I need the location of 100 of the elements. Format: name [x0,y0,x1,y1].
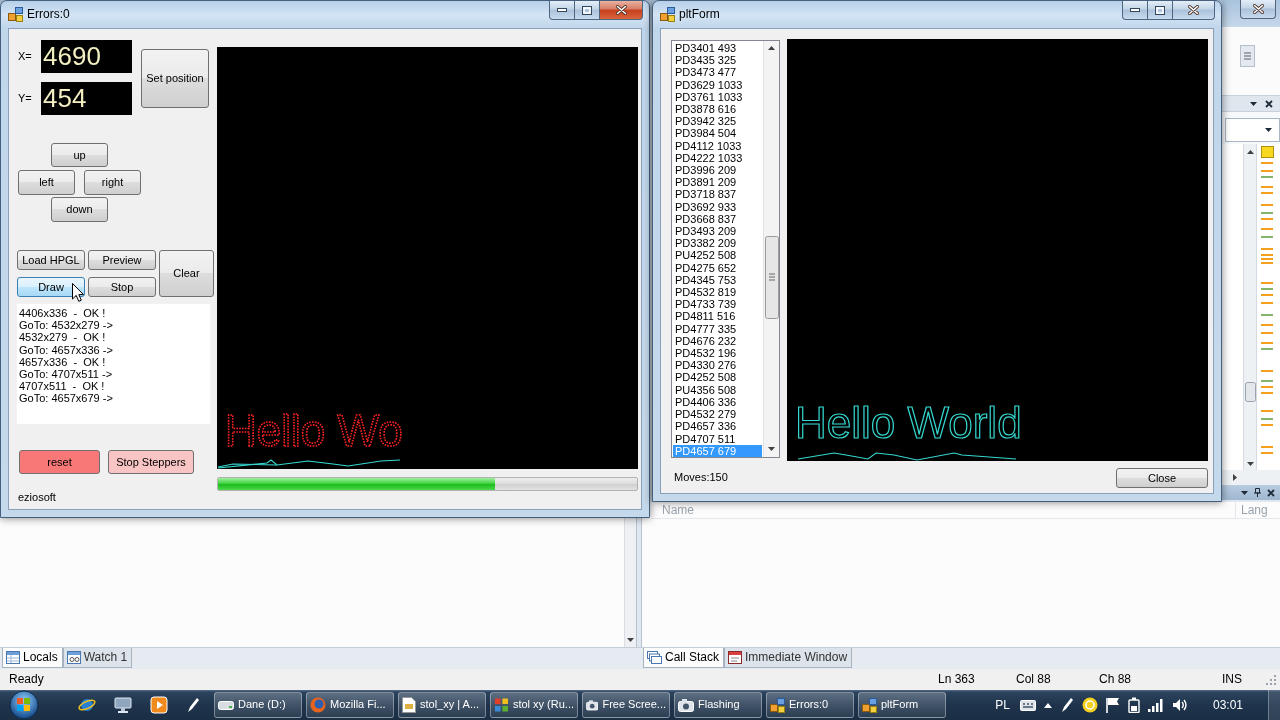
list-item[interactable]: PD4532 279 [673,408,762,421]
signal-icon [1147,698,1164,712]
vertical-scrollbar[interactable] [763,41,779,457]
taskbar-button[interactable]: Flashing [674,692,762,718]
list-item[interactable]: PD3435 325 [673,54,762,67]
minimize-button[interactable] [1122,1,1148,20]
vertical-scrollbar[interactable] [1243,144,1257,470]
close-button[interactable] [1173,1,1215,20]
list-item[interactable]: PU4252 508 [673,249,762,262]
list-item[interactable]: PD3942 325 [673,115,762,128]
coordinate-display: 454 [41,82,132,115]
list-item[interactable]: PD4275 652 [673,261,762,274]
taskbar-button[interactable]: Free Scree... [582,692,670,718]
panel-tab[interactable]: Call Stack [643,648,725,668]
taskbar-button[interactable]: stol xy (Ru... [490,692,578,718]
credit-text: eziosoft [18,491,56,505]
close-dialog-button[interactable]: Close [1116,468,1208,488]
list-item[interactable]: PD4657 336 [673,420,762,433]
plot-text: Hello World [795,398,1022,447]
log-line: 4657x336 - OK ! [19,355,107,368]
quick-launch-button[interactable] [150,696,168,714]
stepper-button[interactable]: Stop Steppers [108,450,194,474]
list-item[interactable]: PD3401 493 [673,42,762,55]
direction-button[interactable]: up [51,143,108,167]
direction-button[interactable]: right [84,169,141,195]
show-desktop-button[interactable] [1268,690,1280,720]
taskbar-button[interactable]: pltForm [858,692,946,718]
log-line: 4406x336 - OK ! [19,307,107,320]
vertical-scrollbar[interactable] [624,518,636,647]
status-text: Ch 88 [1099,672,1133,687]
quick-launch-button[interactable] [78,696,96,714]
list-item[interactable]: PD3692 933 [673,200,762,213]
list-item[interactable]: PD3493 209 [673,225,762,238]
taskbar-button[interactable]: stol_xy | A... [398,692,486,718]
planet-icon [78,696,96,714]
command-button[interactable]: Draw [17,277,85,297]
list-item[interactable]: PD4676 232 [673,334,762,348]
list-item[interactable]: PD3629 1033 [673,78,762,91]
close-button[interactable] [1240,0,1276,19]
quick-launch-button[interactable] [186,697,200,713]
minimize-button[interactable] [549,1,575,20]
list-item[interactable]: PD3473 477 [673,66,762,79]
log-line: 4532x279 - OK ! [19,331,107,344]
play-icon [150,696,168,714]
list-item[interactable]: PD3668 837 [673,212,762,226]
task-label: Errors:0 [789,698,829,712]
task-label: Free Scree... [602,698,666,712]
list-item[interactable]: PD4406 336 [673,395,762,409]
list-item[interactable]: PD4222 1033 [673,151,762,165]
window-title: Errors:0 [27,7,70,22]
speaker-icon [1171,698,1188,712]
language-indicator[interactable]: PL [995,697,1010,713]
log-line: GoTo: 4657x336 -> [19,343,114,356]
list-item[interactable]: PD4112 1033 [673,139,762,152]
maximize-button[interactable] [1148,1,1173,20]
task-label: Flashing [698,698,740,712]
set-position-button[interactable]: Set position [141,49,209,108]
taskbar-button[interactable]: Mozilla Fi... [306,692,394,718]
resize-grip-icon [1266,674,1276,685]
combo-box[interactable] [1225,118,1280,142]
list-item[interactable]: PD4707 511 [673,432,762,445]
list-item[interactable]: PD4532 819 [673,286,762,299]
direction-button[interactable]: left [18,169,75,195]
list-item[interactable]: PD3718 837 [673,188,762,201]
list-item[interactable]: PD4532 196 [673,347,762,360]
taskbar-button[interactable]: Errors:0 [766,692,854,718]
direction-button[interactable]: down [51,197,108,222]
flag-icon [1105,697,1120,713]
maximize-button[interactable] [575,1,600,20]
command-button[interactable]: Stop [88,277,156,297]
list-item[interactable]: PU4356 508 [673,383,762,396]
log-line: GoTo: 4707x511 -> [19,368,114,381]
command-button[interactable]: Load HPGL [17,250,85,270]
command-button[interactable]: Preview [88,250,156,270]
list-item[interactable]: PD4733 739 [673,298,762,311]
list-item[interactable]: PD3891 209 [673,176,762,189]
command-button[interactable]: Clear [159,250,214,297]
tab-label: Locals [23,650,58,665]
battery-icon [1127,697,1140,713]
flag-orb-icon [9,690,39,720]
list-item[interactable]: PD3382 209 [673,237,762,250]
panel-tab[interactable]: Watch 1 [62,648,133,668]
minimize-icon [557,8,567,12]
list-item[interactable]: PD4777 335 [673,322,762,335]
list-item[interactable]: PD4330 276 [673,359,762,372]
task-label: Dane (D:) [238,698,286,712]
list-item[interactable]: PD4811 516 [673,310,762,323]
list-item[interactable]: PD3761 1033 [673,90,762,103]
taskbar-button[interactable]: Dane (D:) [214,692,302,718]
close-button[interactable] [600,1,643,20]
list-item[interactable]: PD4252 508 [673,371,762,384]
list-item[interactable]: PD3984 504 [673,127,762,140]
quick-launch-button[interactable] [114,697,132,713]
stepper-button[interactable]: reset [19,450,100,474]
window-icon [728,651,743,664]
list-item[interactable]: PD3878 616 [673,103,762,116]
list-item[interactable]: PD4345 753 [673,273,762,287]
panel-tab[interactable]: Locals [2,648,63,668]
list-item[interactable]: PD3996 209 [673,164,762,177]
panel-tab[interactable]: Immediate Window [724,648,853,668]
